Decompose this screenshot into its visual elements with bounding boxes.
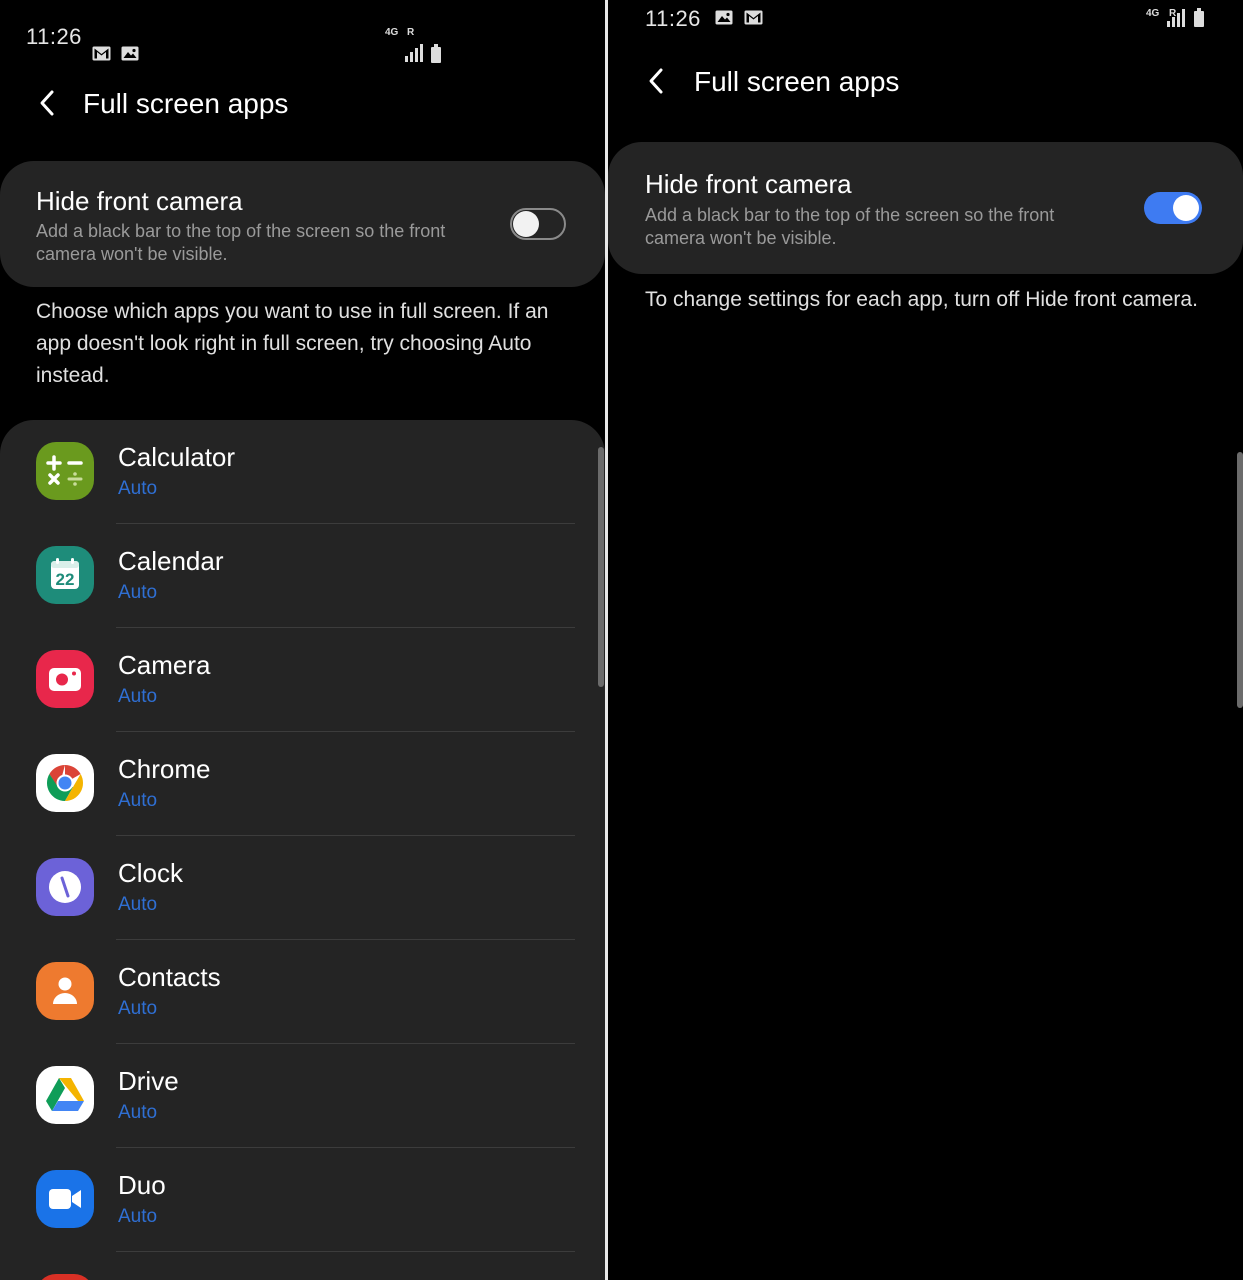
full-screen-info-text: Choose which apps you want to use in ful… <box>36 300 549 387</box>
signal-icon <box>405 44 423 62</box>
divider <box>116 1251 575 1252</box>
roaming-indicator: R <box>407 27 415 38</box>
page-title: Full screen apps <box>694 66 900 97</box>
hide-front-camera-toggle[interactable] <box>1144 192 1202 224</box>
chevron-left-icon[interactable] <box>645 66 669 96</box>
app-item-calculator[interactable]: Calculator Auto <box>0 420 605 524</box>
app-name: Calendar <box>118 546 224 576</box>
duo-icon <box>36 1170 94 1228</box>
toggle-knob <box>513 211 539 237</box>
status-bar: 11:26 4G R <box>0 18 605 63</box>
network-type: 4G <box>385 27 399 38</box>
app-item-chrome[interactable]: Chrome Auto <box>0 732 605 836</box>
app-item-camera[interactable]: Camera Auto <box>0 628 605 732</box>
scrollbar[interactable] <box>598 447 604 687</box>
chevron-left-icon[interactable] <box>36 88 60 118</box>
app-item-drive[interactable]: Drive Auto <box>0 1044 605 1148</box>
hide-front-camera-toggle[interactable] <box>510 208 566 240</box>
next-app-icon <box>36 1274 94 1280</box>
battery-icon <box>1194 8 1204 27</box>
chrome-icon <box>36 754 94 812</box>
left-screen: 11:26 4G R Full screen apps Hide front c… <box>0 0 605 1280</box>
app-mode: Auto <box>118 1206 158 1227</box>
top-app-bar: Full screen apps <box>0 80 605 130</box>
app-mode: Auto <box>118 894 158 915</box>
app-mode: Auto <box>118 582 158 603</box>
setting-title: Hide front camera <box>645 169 852 199</box>
app-name: Calculator <box>118 442 236 472</box>
calculator-icon <box>36 442 94 500</box>
status-time: 11:26 <box>26 24 82 49</box>
app-name: Camera <box>118 650 211 680</box>
setting-description: Add a black bar to the top of the screen… <box>36 221 446 264</box>
app-name: Chrome <box>118 754 211 784</box>
app-mode: Auto <box>118 1102 158 1123</box>
right-screen: 11:26 4G R Full screen apps Hide front c… <box>608 0 1243 1280</box>
app-item-contacts[interactable]: Contacts Auto <box>0 940 605 1044</box>
battery-icon <box>431 44 441 63</box>
app-item-duo[interactable]: Duo Auto <box>0 1148 605 1252</box>
status-bar: 11:26 4G R <box>608 0 1243 40</box>
app-name: Contacts <box>118 962 221 992</box>
app-item-calendar[interactable]: 22 Calendar Auto <box>0 524 605 628</box>
setting-title: Hide front camera <box>36 186 243 216</box>
app-name: Clock <box>118 858 184 888</box>
scrollbar[interactable] <box>1237 452 1243 708</box>
network-type: 4G <box>1146 8 1160 19</box>
drive-icon <box>36 1066 94 1124</box>
app-name: Duo <box>118 1170 166 1200</box>
setting-description: Add a black bar to the top of the screen… <box>645 205 1055 248</box>
hide-front-camera-setting[interactable]: Hide front camera Add a black bar to the… <box>608 142 1243 274</box>
image-icon <box>715 10 733 25</box>
top-app-bar: Full screen apps <box>608 58 1243 108</box>
contacts-icon <box>36 962 94 1020</box>
signal-icon <box>1167 9 1185 27</box>
gmail-icon <box>744 10 763 25</box>
gmail-icon <box>92 46 111 61</box>
app-mode: Auto <box>118 998 158 1019</box>
image-icon <box>121 46 139 61</box>
app-mode: Auto <box>118 686 158 707</box>
app-list: Calculator Auto 22 Calendar Auto Camera … <box>0 420 605 1280</box>
status-time: 11:26 <box>645 6 701 31</box>
calendar-icon: 22 <box>36 546 94 604</box>
app-name: Drive <box>118 1066 179 1096</box>
hide-front-camera-setting[interactable]: Hide front camera Add a black bar to the… <box>0 161 605 287</box>
app-mode: Auto <box>118 790 158 811</box>
page-title: Full screen apps <box>83 88 289 119</box>
full-screen-info-text: To change settings for each app, turn of… <box>645 288 1198 311</box>
clock-icon <box>36 858 94 916</box>
camera-icon <box>36 650 94 708</box>
app-mode: Auto <box>118 478 158 499</box>
app-item-clock[interactable]: Clock Auto <box>0 836 605 940</box>
toggle-knob <box>1173 195 1199 221</box>
calendar-day: 22 <box>55 570 75 589</box>
